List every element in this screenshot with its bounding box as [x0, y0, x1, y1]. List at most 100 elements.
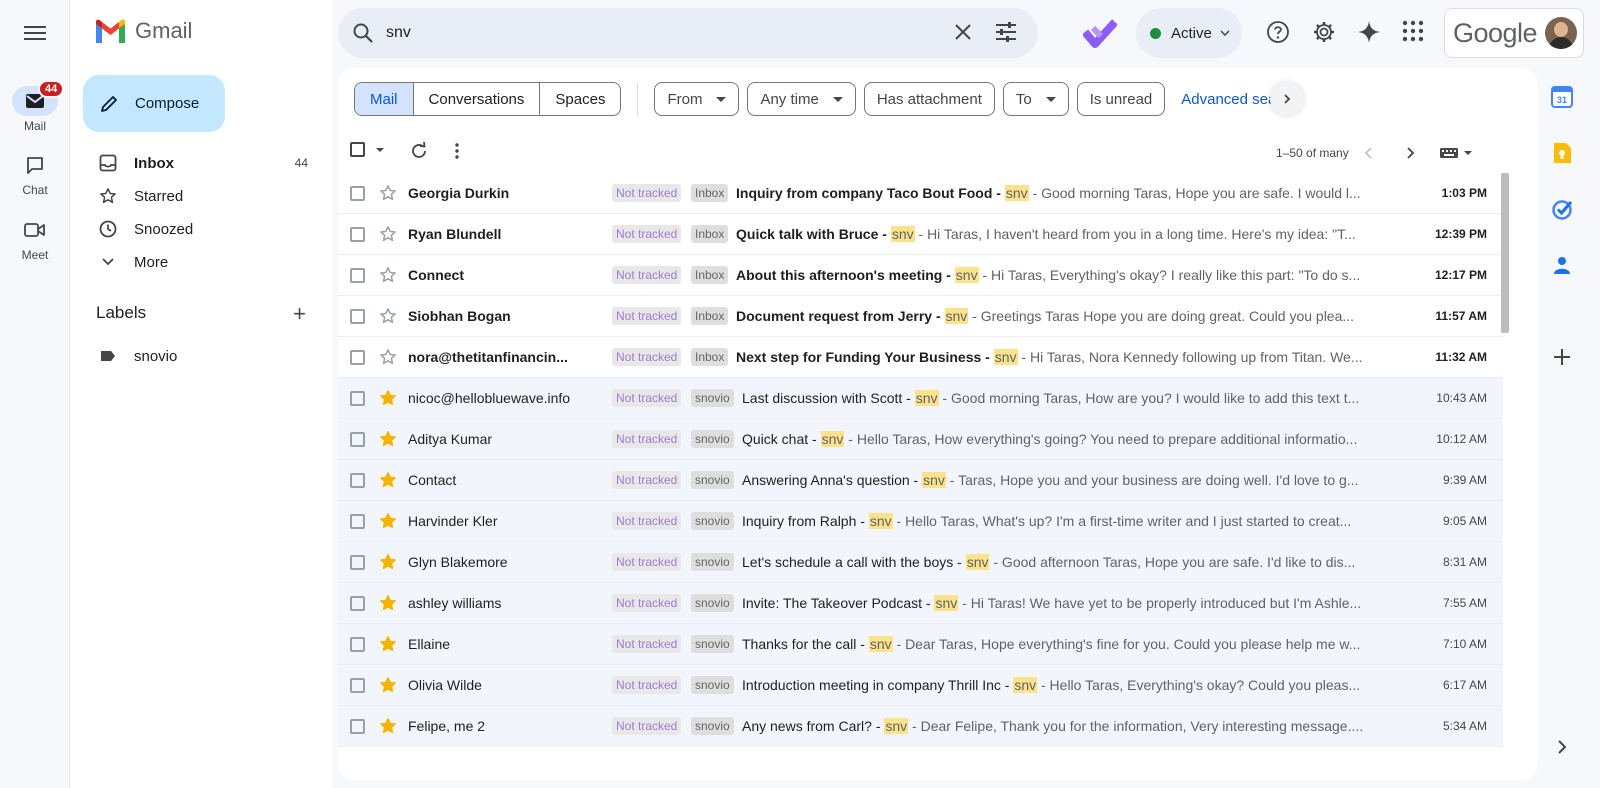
label-badge[interactable]: Inbox: [691, 307, 729, 325]
star-icon[interactable]: [379, 676, 397, 694]
rail-meet[interactable]: Meet: [0, 215, 70, 262]
row-checkbox[interactable]: [350, 432, 365, 447]
extension-logo-icon[interactable]: [1083, 18, 1117, 48]
label-badge[interactable]: Inbox: [691, 266, 729, 284]
star-icon[interactable]: [379, 553, 397, 571]
star-icon[interactable]: [379, 389, 397, 407]
sidebar-item-starred[interactable]: Starred: [96, 180, 326, 212]
keep-icon[interactable]: [1551, 142, 1573, 164]
row-checkbox[interactable]: [350, 678, 365, 693]
refresh-icon[interactable]: [410, 142, 428, 160]
sidebar-label-snovio[interactable]: snovio: [96, 340, 326, 372]
gmail-logo[interactable]: Gmail: [94, 18, 192, 44]
search-icon[interactable]: [352, 22, 374, 44]
more-vertical-icon[interactable]: [454, 142, 460, 160]
list-scrollbar[interactable]: [1501, 173, 1509, 333]
email-row[interactable]: Georgia Durkin Not tracked Inbox Inquiry fr…: [338, 173, 1503, 214]
tasks-icon[interactable]: [1551, 198, 1573, 220]
email-row[interactable]: Contact Not tracked snovio Answering Anna's…: [338, 460, 1503, 501]
row-checkbox[interactable]: [350, 514, 365, 529]
label-badge[interactable]: snovio: [691, 512, 734, 530]
label-badge[interactable]: Inbox: [691, 225, 729, 243]
label-badge[interactable]: snovio: [691, 676, 734, 694]
gear-icon[interactable]: [1312, 20, 1336, 44]
label-badge[interactable]: snovio: [691, 553, 734, 571]
email-row[interactable]: Olivia Wilde Not tracked snovio Introductio…: [338, 665, 1503, 706]
clear-search-icon[interactable]: [952, 21, 974, 43]
email-row[interactable]: Connect Not tracked Inbox About this aftern…: [338, 255, 1503, 296]
row-checkbox[interactable]: [350, 391, 365, 406]
add-label-button[interactable]: +: [293, 301, 306, 327]
filter-is-unread[interactable]: Is unread: [1076, 82, 1166, 116]
segment-mail[interactable]: Mail: [355, 83, 414, 115]
select-all-checkbox[interactable]: [350, 141, 385, 159]
segment-spaces[interactable]: Spaces: [540, 83, 620, 115]
search-input[interactable]: [386, 24, 946, 42]
email-row[interactable]: Aditya Kumar Not tracked snovio Quick chat …: [338, 419, 1503, 460]
sidebar-item-inbox[interactable]: Inbox 44: [96, 147, 326, 179]
star-icon[interactable]: [379, 594, 397, 612]
row-checkbox[interactable]: [350, 309, 365, 324]
label-badge[interactable]: Inbox: [691, 348, 729, 366]
keyboard-input-icon[interactable]: [1439, 146, 1475, 160]
star-icon[interactable]: [379, 471, 397, 489]
search-options-icon[interactable]: [994, 21, 1018, 43]
status-button[interactable]: Active: [1136, 8, 1242, 58]
label-badge[interactable]: snovio: [691, 717, 734, 735]
star-icon[interactable]: [379, 307, 397, 325]
chevron-left-icon[interactable]: [1364, 146, 1374, 160]
filter-any-time[interactable]: Any time: [747, 82, 856, 116]
contacts-icon[interactable]: [1551, 254, 1573, 276]
row-checkbox[interactable]: [350, 268, 365, 283]
filter-to[interactable]: To: [1002, 82, 1069, 116]
star-icon[interactable]: [379, 430, 397, 448]
chevron-right-icon[interactable]: [1551, 736, 1573, 758]
chevron-right-icon[interactable]: [1405, 146, 1415, 160]
star-icon[interactable]: [379, 512, 397, 530]
star-icon[interactable]: [379, 348, 397, 366]
row-checkbox[interactable]: [350, 719, 365, 734]
label-badge[interactable]: snovio: [691, 594, 734, 612]
calendar-icon[interactable]: 31: [1551, 86, 1573, 108]
email-row[interactable]: nora@thetitanfinancin... Not tracked Inbox…: [338, 337, 1503, 378]
help-icon[interactable]: [1266, 20, 1290, 44]
account-button[interactable]: Google: [1444, 8, 1584, 58]
email-row[interactable]: Harvinder Kler Not tracked snovio Inquiry f…: [338, 501, 1503, 542]
apps-grid-icon[interactable]: [1402, 20, 1424, 42]
star-icon[interactable]: [379, 635, 397, 653]
row-checkbox[interactable]: [350, 637, 365, 652]
row-checkbox[interactable]: [350, 555, 365, 570]
filter-from[interactable]: From: [654, 82, 740, 116]
star-icon[interactable]: [379, 225, 397, 243]
label-badge[interactable]: Inbox: [691, 184, 729, 202]
row-checkbox[interactable]: [350, 186, 365, 201]
add-addon-icon[interactable]: [1551, 346, 1573, 368]
row-checkbox[interactable]: [350, 473, 365, 488]
label-badge[interactable]: snovio: [691, 430, 734, 448]
rail-chat[interactable]: Chat: [0, 150, 70, 197]
label-badge[interactable]: snovio: [691, 471, 734, 489]
gemini-sparkle-icon[interactable]: [1357, 20, 1381, 44]
compose-button[interactable]: Compose: [83, 75, 225, 132]
email-row[interactable]: Ellaine Not tracked snovio Thanks for the c…: [338, 624, 1503, 665]
label-badge[interactable]: snovio: [691, 389, 734, 407]
label-badge[interactable]: snovio: [691, 635, 734, 653]
row-checkbox[interactable]: [350, 350, 365, 365]
sidebar-item-snoozed[interactable]: Snoozed: [96, 213, 326, 245]
row-checkbox[interactable]: [350, 227, 365, 242]
rail-mail[interactable]: 44 Mail: [0, 80, 70, 133]
main-menu-button[interactable]: [20, 22, 50, 44]
email-row[interactable]: Felipe, me 2 Not tracked snovio Any news fr…: [338, 706, 1503, 747]
star-icon[interactable]: [379, 717, 397, 735]
row-checkbox[interactable]: [350, 596, 365, 611]
star-icon[interactable]: [379, 266, 397, 284]
filter-has-attachment[interactable]: Has attachment: [863, 82, 995, 116]
sidebar-item-more[interactable]: More: [96, 246, 326, 278]
email-row[interactable]: Siobhan Bogan Not tracked Inbox Document re…: [338, 296, 1503, 337]
email-row[interactable]: Glyn Blakemore Not tracked snovio Let's sch…: [338, 542, 1503, 583]
star-icon[interactable]: [379, 184, 397, 202]
email-row[interactable]: nicoc@hellobluewave.info Not tracked snovi…: [338, 378, 1503, 419]
email-row[interactable]: ashley williams Not tracked snovio Invite: …: [338, 583, 1503, 624]
segment-conversations[interactable]: Conversations: [414, 83, 541, 115]
email-row[interactable]: Ryan Blundell Not tracked Inbox Quick talk …: [338, 214, 1503, 255]
